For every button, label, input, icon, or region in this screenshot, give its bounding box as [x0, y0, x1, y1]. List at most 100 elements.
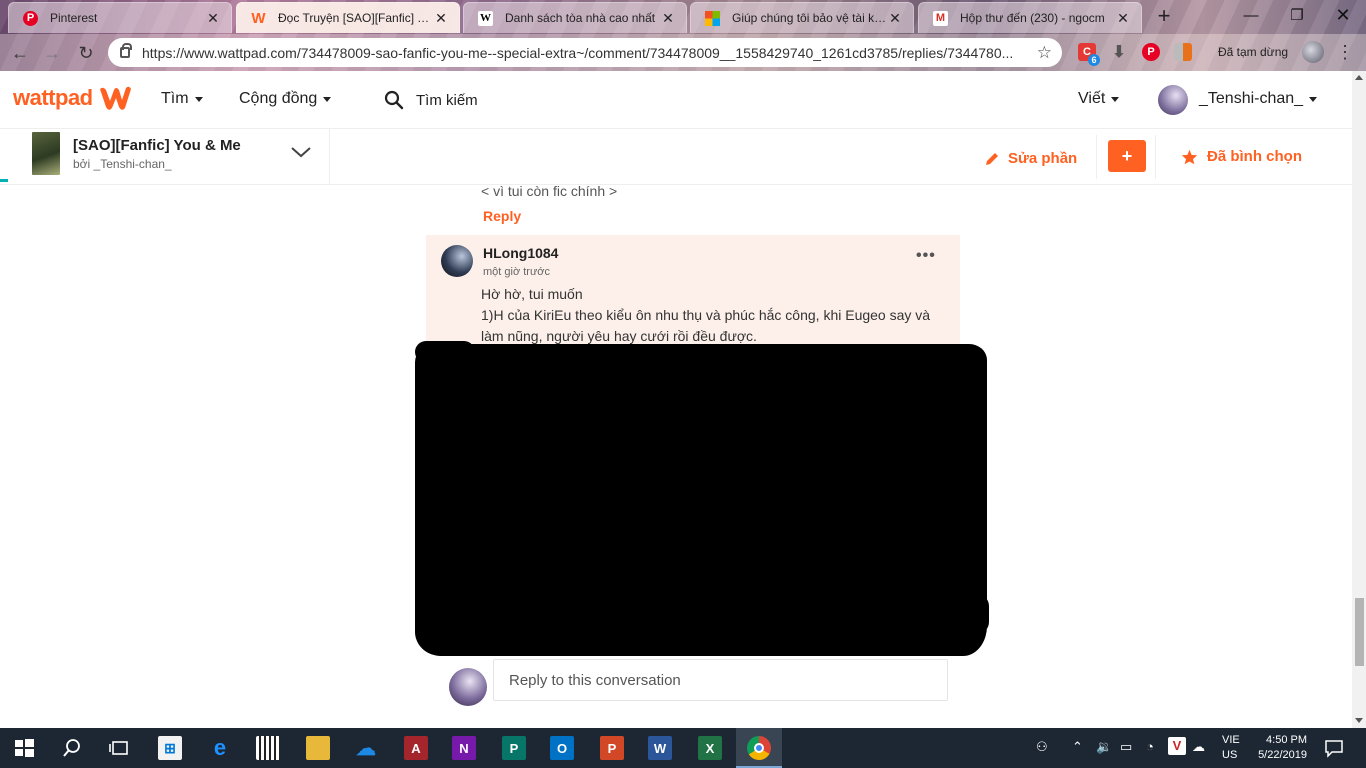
username-label: _Tenshi-chan_: [1199, 90, 1304, 107]
battery-icon[interactable]: ▭: [1120, 739, 1132, 755]
close-icon[interactable]: ✕: [205, 10, 221, 27]
wifi-icon[interactable]: ◔: [1146, 739, 1154, 754]
more-options-icon[interactable]: •••: [916, 247, 936, 265]
logo-text: wattpad: [13, 85, 93, 110]
scroll-up-icon[interactable]: [1355, 75, 1363, 80]
user-menu[interactable]: _Tenshi-chan_: [1199, 90, 1318, 108]
commenter-avatar[interactable]: [441, 245, 473, 277]
reply-input[interactable]: [493, 659, 948, 701]
url-text: https://www.wattpad.com/734478009-sao-fa…: [142, 44, 1014, 61]
lang-primary: VIE: [1222, 734, 1240, 746]
piano-app-icon[interactable]: [256, 736, 280, 760]
pinterest-icon: P: [23, 10, 38, 26]
tab-gmail[interactable]: M Hộp thư đến (230) - ngocm ✕: [918, 2, 1142, 33]
add-to-list-button[interactable]: +: [1108, 140, 1146, 172]
windows-start-icon[interactable]: [12, 736, 36, 760]
publisher-icon[interactable]: P: [502, 736, 526, 760]
tab-pinterest[interactable]: P Pinterest ✕: [8, 2, 232, 33]
reading-progress: [0, 179, 8, 182]
comment-line: 1)H của KiriEu theo kiểu ôn nhu thụ và p…: [481, 307, 931, 344]
notifications-icon[interactable]: [1322, 736, 1346, 760]
store-icon[interactable]: ⊞: [158, 736, 182, 760]
discover-dropdown[interactable]: Tìm: [161, 90, 203, 108]
caret-down-icon: [1309, 96, 1318, 102]
input-language[interactable]: VIE US: [1222, 733, 1240, 763]
back-icon[interactable]: ←: [8, 41, 32, 65]
edit-part-button[interactable]: Sửa phần: [984, 150, 1077, 167]
new-tab-button[interactable]: +: [1152, 5, 1176, 29]
volume-icon[interactable]: 🔉: [1096, 739, 1112, 755]
scroll-down-icon[interactable]: [1355, 718, 1363, 723]
extension-office-icon[interactable]: [1174, 43, 1192, 61]
wattpad-w-icon: [99, 86, 131, 110]
comment-line: Hờ hờ, tui muốn: [481, 286, 583, 302]
write-dropdown[interactable]: Viết: [1078, 90, 1120, 108]
page-scrollbar[interactable]: [1352, 71, 1366, 728]
caret-down-icon: [194, 96, 203, 102]
search-input[interactable]: Tìm kiếm: [416, 92, 478, 109]
address-bar[interactable]: https://www.wattpad.com/734478009-sao-fa…: [108, 38, 1062, 67]
word-icon[interactable]: W: [648, 736, 672, 760]
tab-title: Pinterest: [50, 11, 98, 25]
tab-title: Giúp chúng tôi bảo vệ tài kho: [732, 11, 887, 25]
redaction-mark: [415, 341, 989, 656]
user-avatar[interactable]: [1158, 85, 1188, 115]
story-cover[interactable]: [32, 132, 60, 175]
window-close-icon[interactable]: ✕: [1320, 0, 1366, 30]
divider: [329, 129, 330, 184]
vote-label: Đã bình chọn: [1207, 148, 1302, 165]
community-dropdown[interactable]: Cộng đồng: [239, 90, 332, 108]
clock[interactable]: 4:50 PM 5/22/2019: [1257, 733, 1307, 763]
wattpad-logo[interactable]: wattpad: [13, 84, 133, 112]
extension-badge: 6: [1088, 54, 1100, 66]
forward-icon[interactable]: →: [40, 41, 64, 65]
close-icon[interactable]: ✕: [660, 10, 676, 27]
edge-icon[interactable]: e: [208, 735, 232, 760]
bookmark-star-icon[interactable]: ☆: [1037, 43, 1052, 63]
chevron-down-icon[interactable]: [290, 145, 312, 159]
scrollbar-thumb[interactable]: [1355, 598, 1364, 666]
close-icon[interactable]: ✕: [1115, 10, 1131, 27]
tab-wikipedia[interactable]: W Danh sách tòa nhà cao nhất ✕: [463, 2, 687, 33]
star-icon: [1181, 149, 1198, 164]
reload-icon[interactable]: ↻: [74, 41, 98, 65]
clock-time: 4:50 PM: [1266, 734, 1307, 746]
file-explorer-icon[interactable]: [306, 736, 330, 760]
minimize-icon[interactable]: —: [1228, 0, 1274, 30]
menu-icon[interactable]: ⋮: [1336, 42, 1354, 62]
people-icon[interactable]: ⚇: [1036, 739, 1048, 755]
search-icon[interactable]: [384, 90, 404, 110]
tab-microsoft[interactable]: Giúp chúng tôi bảo vệ tài kho ✕: [690, 2, 914, 33]
excel-icon[interactable]: X: [698, 736, 722, 760]
clock-date: 5/22/2019: [1258, 749, 1307, 761]
chrome-icon[interactable]: [747, 736, 771, 760]
vote-button[interactable]: Đã bình chọn: [1181, 148, 1302, 165]
show-hidden-icon[interactable]: ⌃: [1072, 739, 1083, 755]
vietkey-icon[interactable]: V: [1168, 737, 1186, 755]
pinterest-extension-icon[interactable]: P: [1142, 43, 1160, 61]
tab-strip: P Pinterest ✕ W Danh sách tòa nhà cao nh…: [0, 0, 1366, 34]
caret-down-icon: [323, 96, 332, 102]
close-icon[interactable]: ✕: [433, 10, 449, 27]
onedrive-tray-icon[interactable]: ☁: [1192, 739, 1205, 755]
sync-paused-label[interactable]: Đã tạm dừng: [1218, 45, 1288, 59]
community-label: Cộng đồng: [239, 90, 318, 107]
restore-icon[interactable]: ❐: [1274, 0, 1320, 30]
access-icon[interactable]: A: [404, 736, 428, 760]
story-title[interactable]: [SAO][Fanfic] You & Me: [73, 137, 241, 154]
story-author[interactable]: bởi _Tenshi-chan_: [73, 157, 172, 171]
commenter-username[interactable]: HLong1084: [483, 245, 558, 261]
search-icon[interactable]: [60, 736, 84, 760]
outlook-icon[interactable]: O: [550, 736, 574, 760]
write-label: Viết: [1078, 90, 1106, 107]
close-icon[interactable]: ✕: [887, 10, 903, 27]
task-view-icon[interactable]: [108, 736, 132, 760]
tab-wattpad[interactable]: W Đọc Truyện [SAO][Fanfic] You & Me ✕: [236, 2, 460, 33]
onenote-icon[interactable]: N: [452, 736, 476, 760]
reply-composer: [446, 658, 956, 708]
download-icon[interactable]: ⬇: [1110, 43, 1128, 61]
reply-link[interactable]: Reply: [483, 208, 521, 224]
powerpoint-icon[interactable]: P: [600, 736, 624, 760]
profile-avatar[interactable]: [1302, 41, 1324, 63]
onedrive-icon[interactable]: ☁: [354, 736, 378, 760]
